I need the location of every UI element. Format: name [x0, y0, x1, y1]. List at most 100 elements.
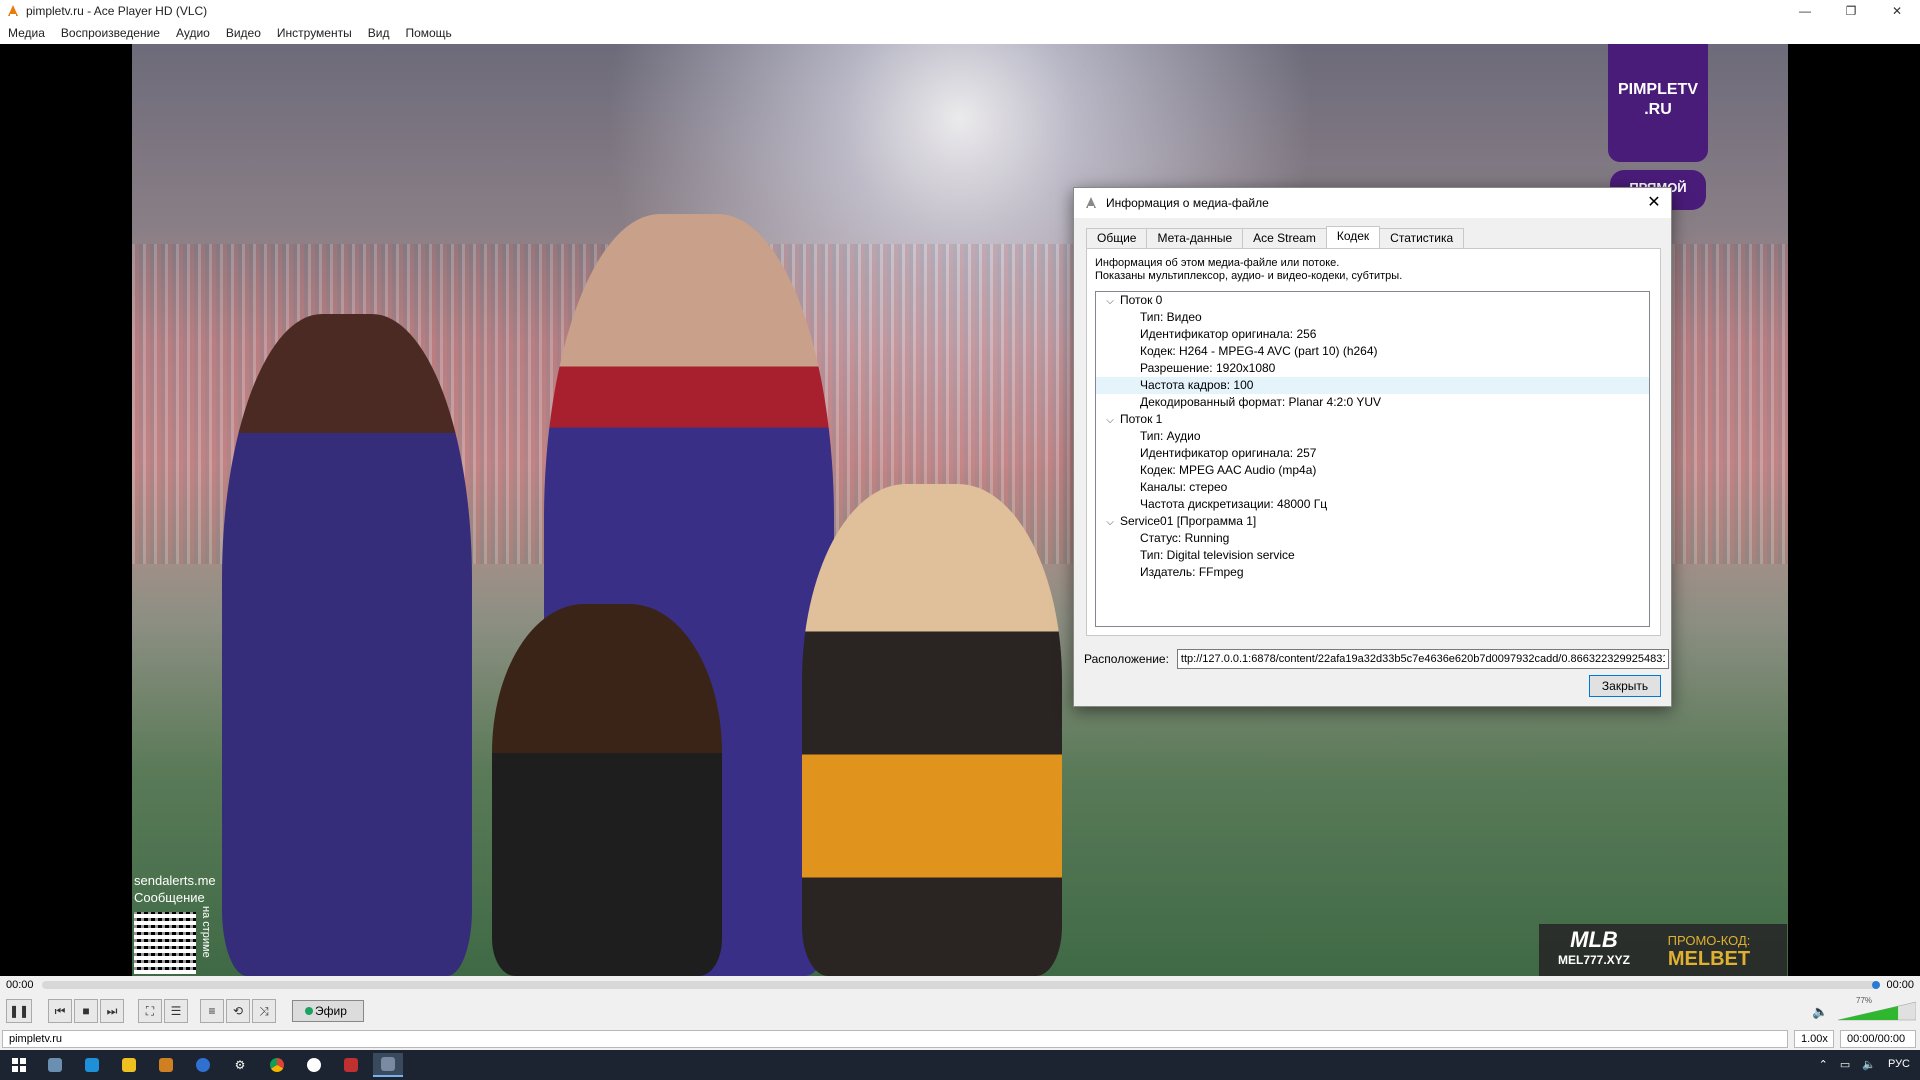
next-button[interactable]: ⏭	[100, 999, 124, 1023]
tree-item[interactable]: Тип: Digital television service	[1096, 547, 1649, 564]
window-title: pimpletv.ru - Ace Player HD (VLC)	[26, 4, 208, 18]
tree-item[interactable]: Тип: Аудио	[1096, 428, 1649, 445]
promo-brand: MLB MEL777.XYZ	[1539, 929, 1649, 970]
promo-label: ПРОМО-КОД:	[1667, 933, 1751, 948]
dialog-close-icon[interactable]: ✕	[1643, 192, 1665, 214]
alerts-text: sendalerts.me Сообщение	[134, 872, 216, 906]
pause-button[interactable]: ❚❚	[6, 999, 32, 1023]
promo-banner: MLB MEL777.XYZ ПРОМО-КОД: MELBET	[1539, 924, 1787, 976]
menu-view[interactable]: Вид	[360, 26, 398, 40]
yandex-browser-icon[interactable]	[299, 1053, 329, 1077]
tree-node-service[interactable]: ⌵ Service01 [Программа 1]	[1096, 513, 1649, 530]
close-button[interactable]: Закрыть	[1589, 675, 1661, 697]
menu-audio[interactable]: Аудио	[168, 26, 218, 40]
chevron-down-icon[interactable]: ⌵	[1100, 293, 1120, 310]
volume-percent: 77%	[1856, 996, 1873, 1005]
dialog-titlebar: Информация о медиа-файле	[1074, 188, 1671, 218]
tree-item[interactable]: Кодек: H264 - MPEG-4 AVC (part 10) (h264…	[1096, 343, 1649, 360]
chevron-down-icon[interactable]: ⌵	[1100, 514, 1120, 531]
tree-item[interactable]: Идентификатор оригинала: 257	[1096, 445, 1649, 462]
extended-settings-button[interactable]: ☰	[164, 999, 188, 1023]
fullscreen-button[interactable]: ⛶	[138, 999, 162, 1023]
codec-tree[interactable]: ⌵ Поток 0 Тип: Видео Идентификатор оригин…	[1095, 291, 1650, 627]
taskbar-app-icon[interactable]	[77, 1053, 107, 1077]
menu-playback[interactable]: Воспроизведение	[53, 26, 168, 40]
tree-node-stream-1[interactable]: ⌵ Поток 1	[1096, 411, 1649, 428]
tab-ace-stream[interactable]: Ace Stream	[1242, 228, 1327, 248]
playback-speed[interactable]: 1.00x	[1794, 1030, 1834, 1048]
status-bar: pimpletv.ru 1.00x 00:00/00:00	[0, 1028, 1920, 1050]
ace-player-icon	[8, 5, 18, 16]
location-field[interactable]	[1176, 649, 1669, 669]
stop-button[interactable]: ■	[74, 999, 98, 1023]
seek-handle[interactable]	[1872, 981, 1880, 989]
start-icon[interactable]	[4, 1053, 34, 1077]
minimize-button[interactable]: —	[1782, 0, 1828, 22]
promo-site: MEL777.XYZ	[1557, 953, 1631, 967]
alerts-site: sendalerts.me	[134, 873, 216, 888]
location-row: Расположение:	[1084, 649, 1669, 669]
alerts-message: Сообщение	[134, 890, 205, 905]
tab-statistics[interactable]: Статистика	[1379, 228, 1465, 248]
tree-item[interactable]: Статус: Running	[1096, 530, 1649, 547]
dialog-tabs: Общие Мета-данные Ace Stream Кодек Стати…	[1086, 226, 1465, 249]
tab-general[interactable]: Общие	[1086, 228, 1148, 248]
menu-bar: Медиа Воспроизведение Аудио Видео Инстру…	[0, 22, 1920, 44]
taskbar-app-icon[interactable]	[188, 1053, 218, 1077]
speaker-tray-icon[interactable]: 🔈	[1862, 1058, 1876, 1071]
taskbar-app-icon[interactable]	[151, 1053, 181, 1077]
taskbar-app-icon[interactable]	[336, 1053, 366, 1077]
promo-code: MELBET	[1667, 948, 1751, 970]
child-figure	[492, 604, 722, 976]
menu-media[interactable]: Медиа	[0, 26, 53, 40]
tree-item[interactable]: Частота дискретизации: 48000 Гц	[1096, 496, 1649, 513]
alerts-side-text: на стриме	[200, 906, 212, 958]
chevron-down-icon[interactable]: ⌵	[1100, 412, 1120, 429]
tree-node-stream-0[interactable]: ⌵ Поток 0	[1096, 292, 1649, 309]
tree-item[interactable]: Кодек: MPEG AAC Audio (mp4a)	[1096, 462, 1649, 479]
child-figure	[802, 484, 1062, 976]
tab-codec[interactable]: Кодек	[1325, 226, 1381, 249]
window-titlebar: pimpletv.ru - Ace Player HD (VLC) — ❐ ✕	[0, 0, 1920, 22]
chrome-icon[interactable]	[262, 1053, 292, 1077]
live-button[interactable]: Эфир	[292, 1000, 364, 1022]
close-window-button[interactable]: ✕	[1874, 0, 1920, 22]
player-figure	[222, 314, 472, 976]
tab-metadata[interactable]: Мета-данные	[1146, 228, 1244, 248]
menu-help[interactable]: Помощь	[397, 26, 459, 40]
menu-tools[interactable]: Инструменты	[269, 26, 360, 40]
taskbar-app-icon[interactable]	[40, 1053, 70, 1077]
loop-button[interactable]: ⟲	[226, 999, 250, 1023]
windows-taskbar: ⚙ ⌃ ▭ 🔈 РУС	[0, 1050, 1920, 1080]
menu-video[interactable]: Видео	[218, 26, 269, 40]
ace-player-taskbar-icon[interactable]	[373, 1053, 403, 1077]
system-tray: ⌃ ▭ 🔈 РУС	[1819, 1058, 1910, 1071]
volume-slider[interactable]	[1838, 1000, 1916, 1022]
speaker-icon[interactable]: 🔈	[1812, 1004, 1828, 1020]
tree-item[interactable]: Декодированный формат: Planar 4:2:0 YUV	[1096, 394, 1649, 411]
network-icon[interactable]: ▭	[1840, 1058, 1850, 1071]
playlist-button[interactable]: ≡	[200, 999, 224, 1023]
codec-description: Информация об этом медиа-файле или поток…	[1095, 257, 1402, 283]
tray-chevron-up-icon[interactable]: ⌃	[1819, 1058, 1828, 1071]
description-line: Информация об этом медиа-файле или поток…	[1095, 257, 1340, 269]
tree-item[interactable]: Тип: Видео	[1096, 309, 1649, 326]
settings-gear-icon[interactable]: ⚙	[225, 1053, 255, 1077]
codec-panel: Информация об этом медиа-файле или поток…	[1086, 248, 1661, 636]
status-title: pimpletv.ru	[2, 1030, 1788, 1048]
tree-item[interactable]: Каналы: стерео	[1096, 479, 1649, 496]
maximize-button[interactable]: ❐	[1828, 0, 1874, 22]
playback-controls: ❚❚ ⏮ ■ ⏭ ⛶ ☰ ≡ ⟲ ⤨ Эфир 🔈 77%	[0, 994, 1920, 1028]
seek-slider[interactable]	[42, 981, 1880, 989]
shuffle-button[interactable]: ⤨	[252, 999, 276, 1023]
ace-player-icon	[1086, 197, 1096, 208]
taskbar-app-icon[interactable]	[114, 1053, 144, 1077]
dialog-title: Информация о медиа-файле	[1106, 196, 1269, 210]
location-label: Расположение:	[1084, 652, 1169, 666]
tree-item-selected[interactable]: Частота кадров: 100	[1096, 377, 1649, 394]
language-indicator[interactable]: РУС	[1888, 1058, 1910, 1071]
tree-item[interactable]: Разрешение: 1920x1080	[1096, 360, 1649, 377]
previous-button[interactable]: ⏮	[48, 999, 72, 1023]
tree-item[interactable]: Издатель: FFmpeg	[1096, 564, 1649, 581]
tree-item[interactable]: Идентификатор оригинала: 256	[1096, 326, 1649, 343]
